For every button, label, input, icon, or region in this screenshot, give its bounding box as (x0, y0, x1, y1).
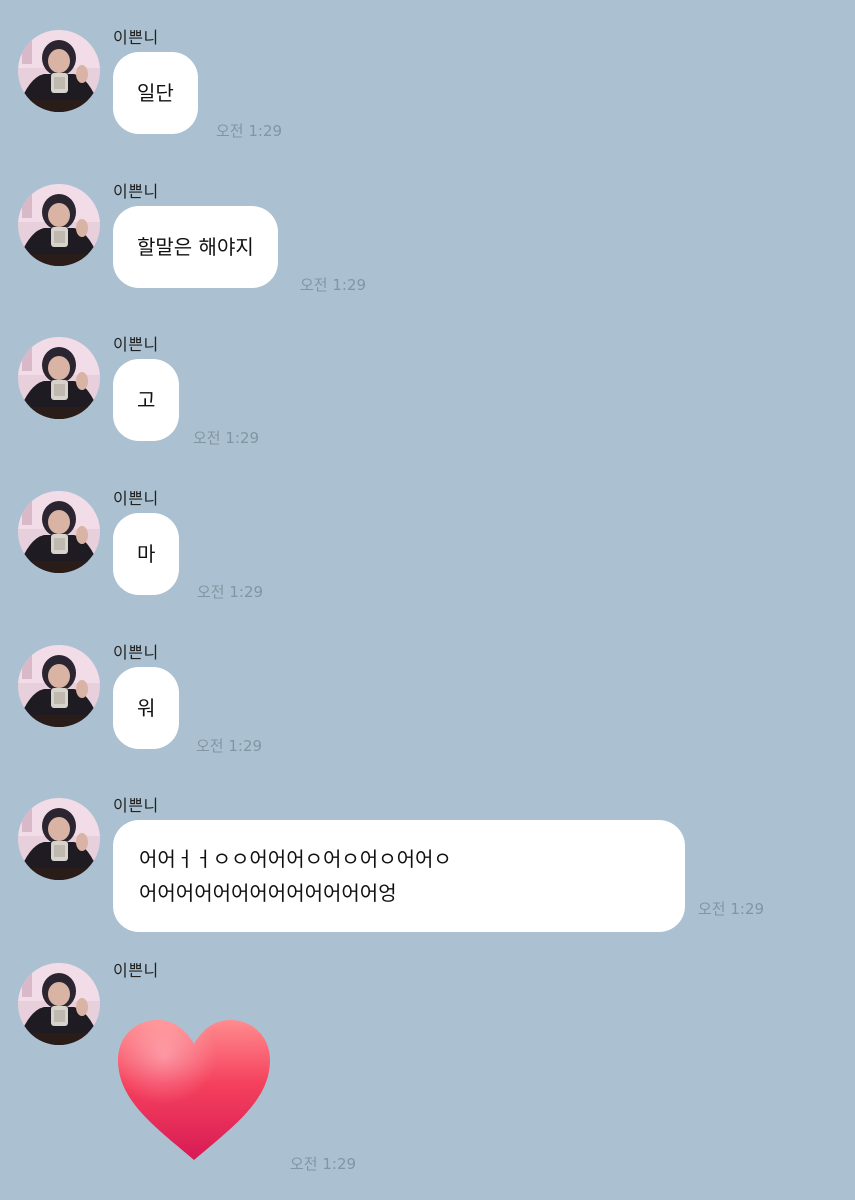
sender-name: 이쁜니 (113, 796, 159, 815)
sender-name: 이쁜니 (113, 961, 159, 980)
avatar[interactable] (18, 963, 100, 1045)
message-line: 어어ㅓㅓㅇㅇ어어어ㅇ어ㅇ어ㅇ어어ㅇ (139, 847, 452, 871)
message-bubble[interactable]: 할말은 해야지 (113, 206, 278, 288)
sender-name: 이쁜니 (113, 335, 159, 354)
avatar[interactable] (18, 645, 100, 727)
avatar[interactable] (18, 30, 100, 112)
message-bubble[interactable]: 일단 (113, 52, 198, 134)
message-bubble[interactable]: 마 (113, 513, 180, 595)
avatar[interactable] (18, 491, 100, 573)
message-time: 오전 1:29 (698, 900, 765, 918)
message-bubble[interactable]: 워 (113, 667, 180, 749)
message-time: 오전 1:29 (193, 429, 260, 447)
message-time: 오전 1:29 (300, 276, 367, 294)
message-bubble[interactable]: 어어ㅓㅓㅇㅇ어어어ㅇ어ㅇ어ㅇ어어ㅇ 어어어어어어어어어어어어어엉 (113, 820, 685, 932)
message-time: 오전 1:29 (196, 737, 263, 755)
message-time: 오전 1:29 (290, 1155, 357, 1173)
sender-name: 이쁜니 (113, 28, 159, 47)
message-line: 어어어어어어어어어어어어어엉 (139, 881, 397, 905)
avatar[interactable] (18, 798, 100, 880)
message-time: 오전 1:29 (197, 583, 264, 601)
avatar[interactable] (18, 337, 100, 419)
heart-icon[interactable] (114, 1018, 274, 1167)
avatar[interactable] (18, 184, 100, 266)
message-time: 오전 1:29 (216, 122, 283, 140)
sender-name: 이쁜니 (113, 182, 159, 201)
sender-name: 이쁜니 (113, 489, 159, 508)
sender-name: 이쁜니 (113, 643, 159, 662)
message-bubble[interactable]: 고 (113, 359, 180, 441)
